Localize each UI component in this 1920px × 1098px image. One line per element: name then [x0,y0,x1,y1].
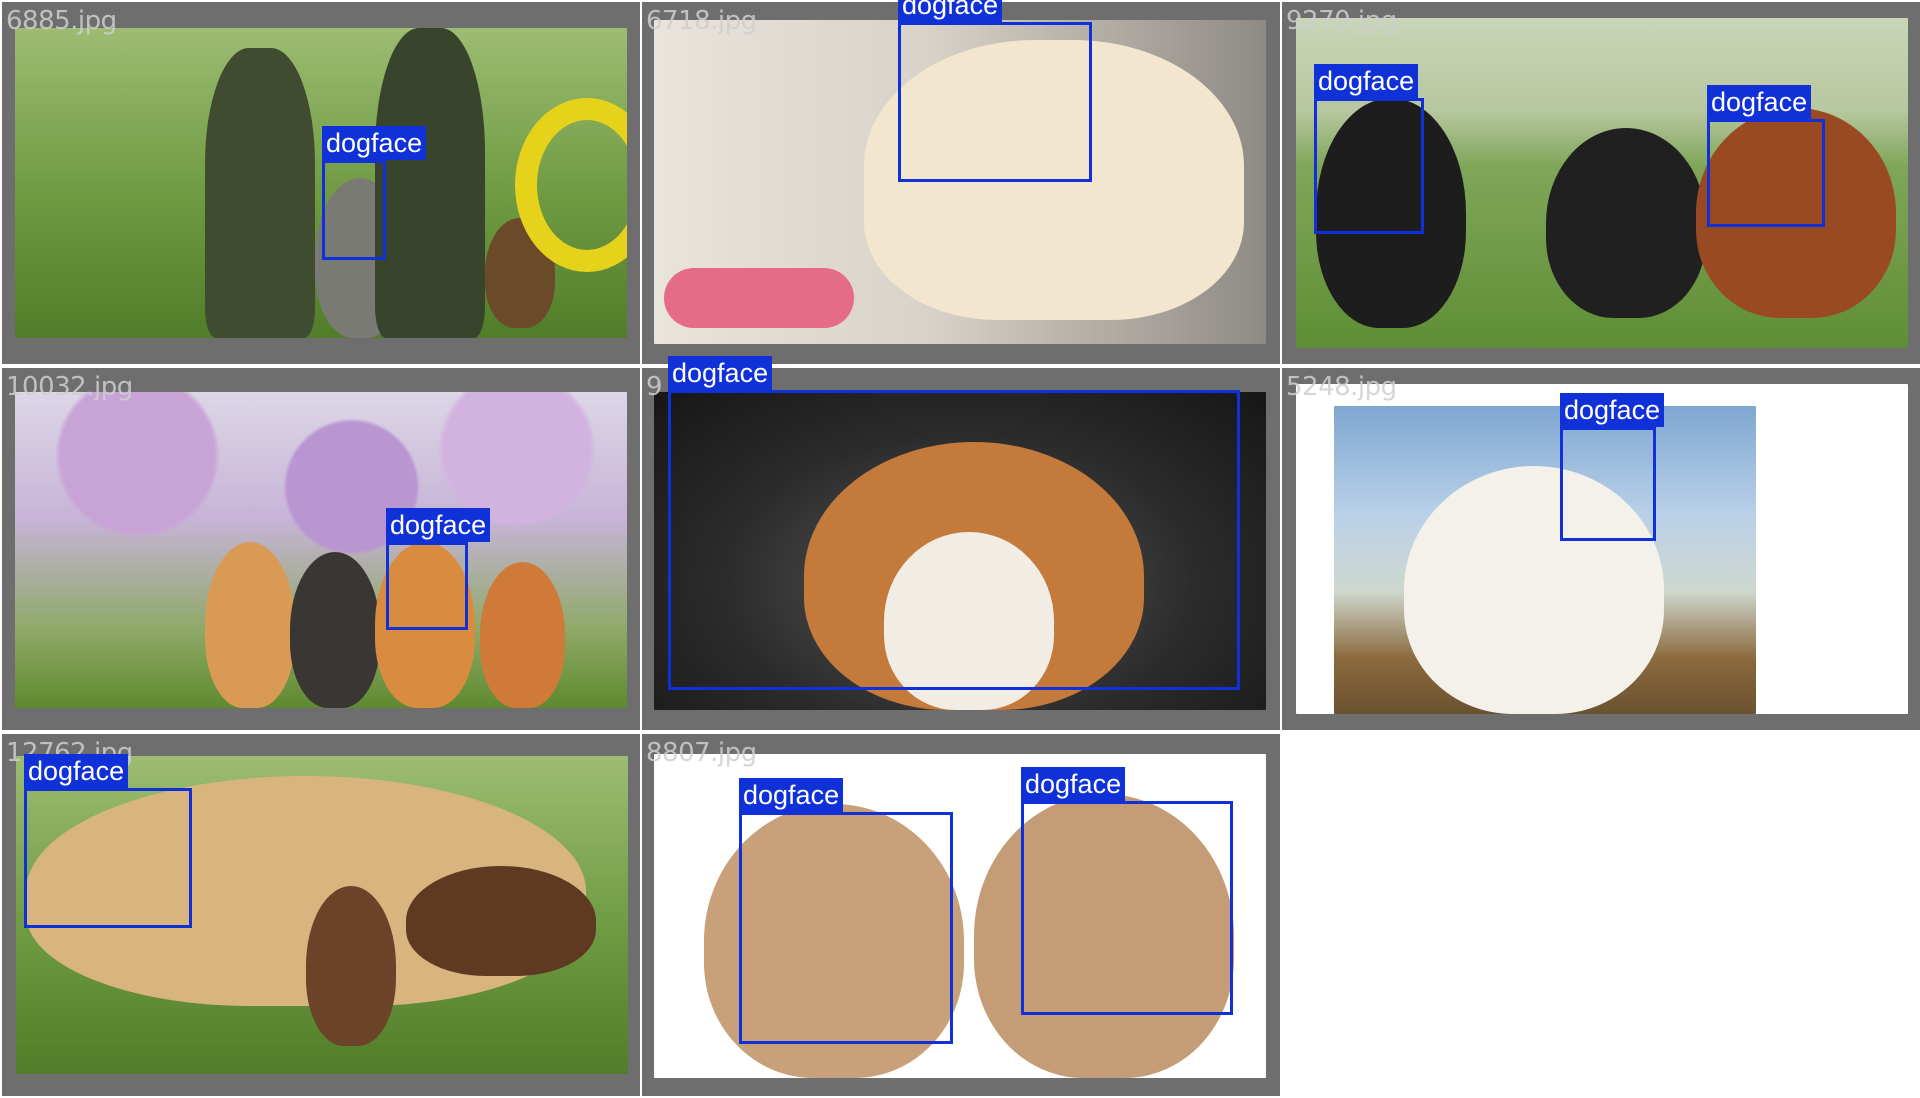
detection-box: dogface [1707,85,1825,227]
photo-soldiers-dog [15,28,627,338]
image-tile: 9 dogface [642,356,1280,730]
image-tile: 8807.jpg dogface dogface [642,734,1280,1096]
image-tile: 10032.jpg dogface [2,368,640,730]
detection-label: dogface [24,754,129,788]
dog-silhouette [205,542,295,708]
dog-silhouette [480,562,565,708]
detection-box: dogface [1314,64,1424,234]
image-tile: 5248.jpg dogface [1282,368,1920,730]
detection-label: dogface [322,126,427,160]
detection-box: dogface [386,508,491,630]
cast-shape [664,268,854,328]
detection-grid: 6885.jpg dogface 6718.jpg dogface 9270.j… [0,0,1920,1098]
detection-label: dogface [668,356,773,390]
detection-label: dogface [1314,64,1419,98]
image-tile: 6885.jpg dogface [2,2,640,364]
detection-box: dogface [668,356,1240,690]
image-tile: 9270.jpg dogface dogface [1282,2,1920,364]
detection-box: dogface [1560,393,1665,541]
dog-silhouette [1546,128,1706,318]
detection-label: dogface [386,508,491,542]
detection-label: dogface [898,0,1003,22]
image-tile: 12762.jpg dogface [2,734,640,1096]
photo-samoyed [1334,406,1756,714]
detection-label: dogface [739,778,844,812]
detection-label: dogface [1021,767,1126,801]
detection-box: dogface [739,778,953,1044]
image-tile: 6718.jpg dogface [642,0,1280,364]
detection-box: dogface [322,126,427,260]
photo-shiba-group [15,392,627,708]
puppy-silhouette [406,866,596,976]
detection-box: dogface [1021,767,1233,1015]
detection-box: dogface [898,0,1092,182]
puppy-silhouette [306,886,396,1046]
detection-label: dogface [1707,85,1812,119]
soldier-silhouette [205,48,315,338]
detection-label: dogface [1560,393,1665,427]
detection-box: dogface [24,754,192,928]
soldier-silhouette [375,28,485,338]
dog-silhouette [290,552,380,708]
